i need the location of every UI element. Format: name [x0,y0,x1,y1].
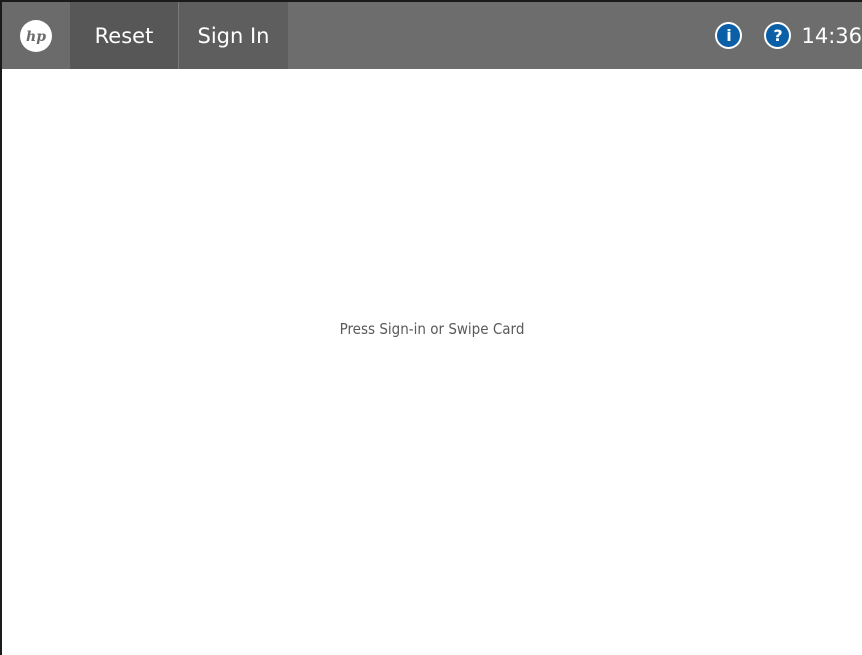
info-icon-glyph: i [726,26,732,45]
help-icon[interactable]: ? [764,22,792,49]
home-logo-button[interactable]: hp [2,2,70,69]
svg-text:hp: hp [26,29,46,45]
clock: 14:36 [801,23,862,48]
reset-button-label: Reset [94,23,154,48]
sign-in-button[interactable]: Sign In [179,2,288,69]
printer-control-panel: hp Reset Sign In i ? 14:36 Press Sign-in… [0,0,862,655]
info-icon[interactable]: i [715,22,743,49]
sign-in-prompt-message: Press Sign-in or Swipe Card [339,320,525,338]
hp-logo-mark: hp [26,29,46,45]
top-bar: hp Reset Sign In i ? 14:36 [2,2,862,69]
top-bar-right-group: i ? 14:36 [715,2,862,69]
help-icon-glyph: ? [773,26,783,45]
hp-logo-icon: hp [20,19,52,52]
reset-button[interactable]: Reset [70,2,179,69]
top-bar-spacer [288,2,716,69]
sign-in-button-label: Sign In [197,23,270,48]
